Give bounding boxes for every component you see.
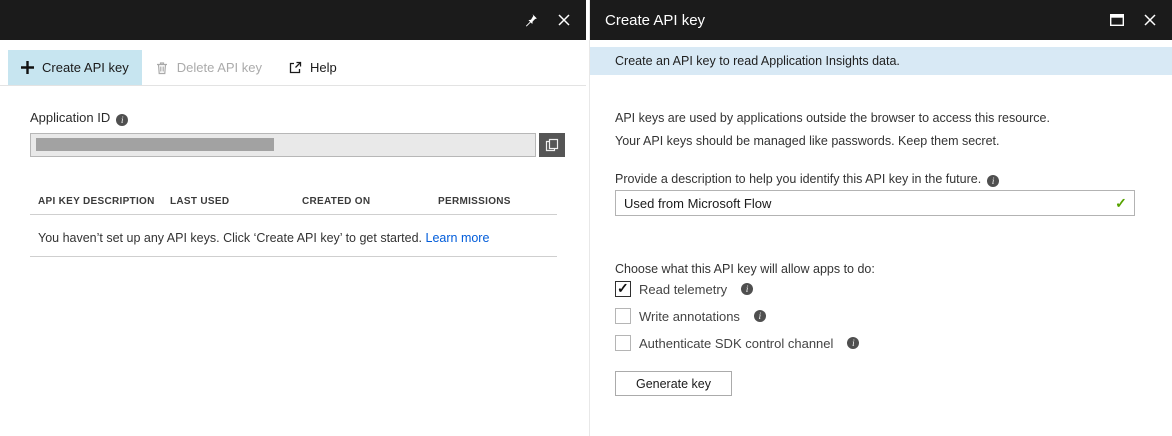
write-annotations-label: Write annotations — [639, 309, 740, 324]
application-id-label: Application ID — [30, 110, 110, 125]
help-command[interactable]: Help — [275, 50, 350, 85]
delete-api-key-label: Delete API key — [177, 60, 262, 75]
delete-api-key-command[interactable]: Delete API key — [142, 50, 275, 85]
empty-state-text: You haven’t set up any API keys. Click ‘… — [38, 231, 422, 245]
valid-check-icon: ✓ — [1111, 190, 1131, 216]
learn-more-link[interactable]: Learn more — [426, 231, 490, 245]
command-bar: Create API key Delete API key Help — [0, 50, 586, 86]
left-blade-header — [0, 0, 586, 40]
permissions-label: Choose what this API key will allow apps… — [615, 262, 875, 276]
generate-key-label: Generate key — [636, 377, 711, 391]
maximize-icon[interactable] — [1110, 14, 1124, 26]
external-link-icon — [288, 61, 302, 75]
description-label: Provide a description to help you identi… — [615, 172, 981, 186]
plus-icon — [21, 61, 34, 74]
write-annotations-checkbox[interactable] — [615, 308, 631, 324]
create-api-key-label: Create API key — [42, 60, 129, 75]
table-row-divider — [30, 256, 557, 257]
description-input[interactable] — [615, 190, 1135, 216]
redacted-value — [36, 138, 274, 151]
info-icon — [116, 114, 128, 126]
info-icon — [741, 283, 753, 295]
application-id-field[interactable] — [30, 133, 536, 157]
empty-state-row: You haven’t set up any API keys. Click ‘… — [38, 231, 489, 245]
authenticate-sdk-checkbox[interactable] — [615, 335, 631, 351]
close-icon[interactable] — [1144, 14, 1156, 26]
create-api-key-command[interactable]: Create API key — [8, 50, 142, 85]
description-label-row: Provide a description to help you identi… — [615, 172, 999, 187]
pin-icon[interactable] — [523, 13, 538, 28]
intro-line-2: Your API keys should be managed like pas… — [615, 134, 999, 148]
api-keys-blade: Create API key Delete API key Help Appli… — [0, 0, 586, 436]
col-permissions: PERMISSIONS — [438, 196, 511, 207]
info-banner: Create an API key to read Application In… — [590, 47, 1172, 75]
intro-line-1: API keys are used by applications outsid… — [615, 111, 1050, 125]
info-icon — [754, 310, 766, 322]
write-annotations-row: Write annotations — [615, 307, 766, 325]
azure-portal: Create API key Delete API key Help Appli… — [0, 0, 1172, 436]
read-telemetry-row: Read telemetry — [615, 280, 753, 298]
right-header-icons — [1110, 14, 1172, 26]
table-header-divider — [30, 214, 557, 215]
right-blade-header: Create API key — [590, 0, 1172, 40]
copy-button[interactable] — [539, 133, 565, 157]
close-icon[interactable] — [558, 14, 570, 26]
col-created-on: CREATED ON — [302, 196, 370, 207]
col-description: API KEY DESCRIPTION — [38, 196, 155, 207]
read-telemetry-label: Read telemetry — [639, 282, 727, 297]
create-api-key-blade: Create API key Create an API key to read… — [589, 0, 1172, 436]
generate-key-button[interactable]: Generate key — [615, 371, 732, 396]
trash-icon — [155, 61, 169, 75]
read-telemetry-checkbox[interactable] — [615, 281, 631, 297]
info-icon — [847, 337, 859, 349]
blade-title: Create API key — [590, 12, 705, 29]
authenticate-sdk-label: Authenticate SDK control channel — [639, 336, 833, 351]
help-label: Help — [310, 60, 337, 75]
left-header-icons — [523, 13, 586, 28]
col-last-used: LAST USED — [170, 196, 229, 207]
info-icon — [987, 175, 999, 187]
application-id-label-row: Application ID — [30, 110, 128, 126]
info-banner-text: Create an API key to read Application In… — [615, 54, 900, 68]
authenticate-sdk-row: Authenticate SDK control channel — [615, 334, 859, 352]
